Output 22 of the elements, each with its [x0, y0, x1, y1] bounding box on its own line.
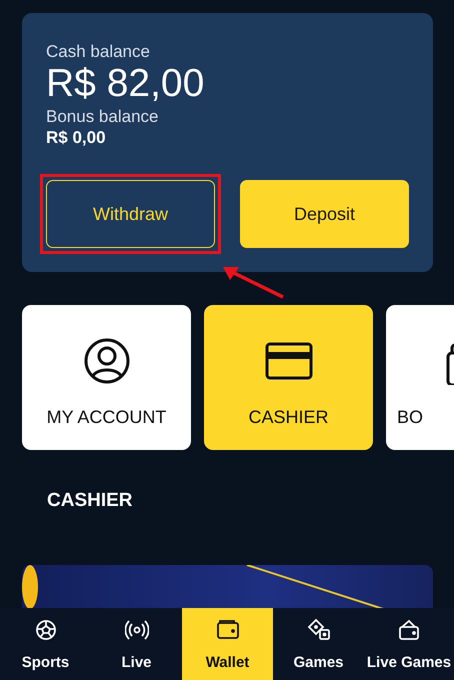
nav-tab[interactable]: Live Games	[364, 608, 454, 680]
nav-tab[interactable]: Sports	[0, 608, 91, 680]
wallet-icon	[397, 618, 421, 642]
deposit-button[interactable]: Deposit	[240, 180, 409, 248]
wallet-icon	[216, 618, 240, 642]
arrow	[223, 267, 284, 299]
dice-icon	[306, 618, 330, 642]
balance-amount: R$ 0,00	[46, 128, 106, 148]
balance-label: Bonus balance	[46, 106, 158, 128]
withdraw-button[interactable]: Withdraw	[46, 180, 215, 248]
nav-tab[interactable]: Wallet	[182, 608, 273, 680]
user-icon	[82, 337, 130, 385]
soccer-ball-icon	[34, 618, 58, 642]
section-title: CASHIER	[47, 490, 133, 512]
menu-tile[interactable]: CASHIER	[204, 305, 373, 450]
nav-tab[interactable]: Live	[91, 608, 182, 680]
menu-tile[interactable]: BO	[386, 305, 454, 450]
balance-amount: R$ 82,00	[46, 62, 204, 106]
broadcast-icon	[124, 618, 148, 642]
nav-tab[interactable]: Games	[273, 608, 364, 680]
balance-label: Cash balance	[46, 41, 150, 63]
menu-tile[interactable]: MY ACCOUNT	[22, 305, 191, 450]
